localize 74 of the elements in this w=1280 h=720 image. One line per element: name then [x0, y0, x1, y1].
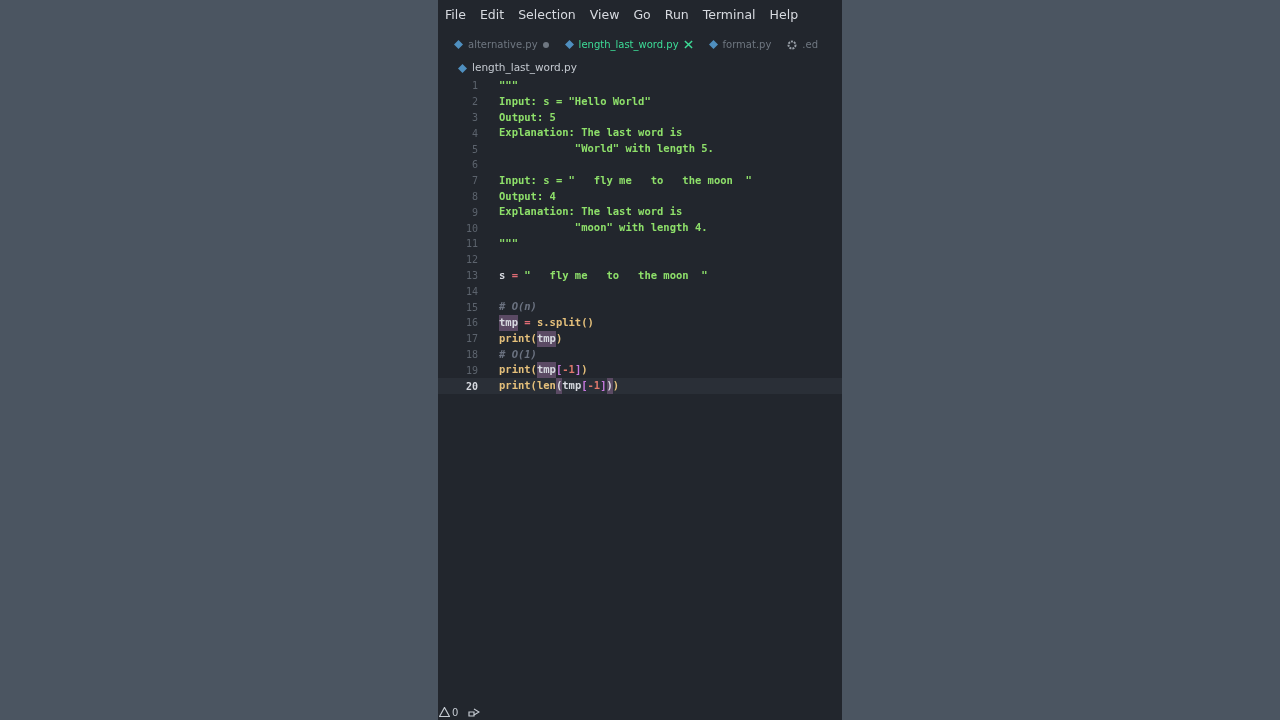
code-text: # O(1): [499, 346, 537, 362]
python-file-icon: [458, 63, 467, 73]
menu-item[interactable]: Help: [764, 6, 804, 25]
code-text: ): [581, 362, 588, 378]
code-text: tmp: [536, 330, 556, 347]
breadcrumb-file[interactable]: length_last_word.py: [472, 60, 577, 76]
menu-item[interactable]: Run: [659, 6, 694, 25]
code-text: (: [555, 378, 563, 394]
line-number: 2: [470, 95, 478, 110]
code-text: ): [555, 330, 563, 346]
code-text: "moon" with length 4.: [573, 220, 708, 236]
code-text: -1: [562, 362, 575, 378]
line-number: 7: [470, 174, 478, 189]
code-text: tmp: [562, 378, 582, 394]
warning-count: 0: [452, 705, 459, 720]
menu-item[interactable]: Edit: [474, 6, 510, 25]
code-text: """: [499, 78, 518, 93]
code-text: print(: [499, 330, 537, 346]
code-text: Explanation: The last word is: [499, 125, 683, 141]
line-number: 15: [464, 300, 478, 315]
line-number: 4: [470, 126, 478, 141]
editor-tab[interactable]: length_last_word.py: [564, 37, 693, 52]
line-number: 20: [464, 379, 478, 394]
menu-item[interactable]: Selection: [513, 6, 581, 25]
code-text: "World" with length 5.: [573, 141, 714, 157]
code-text: Output: 4: [499, 188, 556, 204]
code-text: Input: s = " fly me to the moon ": [499, 172, 752, 188]
code-text: s: [499, 267, 506, 283]
python-file-icon: [454, 40, 463, 49]
code-text: Explanation: The last word is: [499, 204, 683, 220]
menu-item[interactable]: File: [440, 6, 471, 25]
code-text: print(: [499, 362, 537, 378]
line-number: 14: [464, 284, 478, 299]
code-text: ]: [600, 378, 607, 394]
code-text: s.split(): [536, 314, 594, 330]
remote-icon[interactable]: [468, 707, 481, 717]
line-number: 17: [464, 332, 478, 347]
line-number: 8: [470, 189, 478, 204]
line-number: 18: [464, 347, 478, 362]
code-text: =: [510, 267, 519, 283]
code-text: tmp: [536, 362, 556, 379]
code-text: # O(n): [499, 299, 537, 315]
menu-item[interactable]: View: [584, 6, 625, 25]
line-number: 1: [470, 79, 478, 94]
code-text: tmp: [499, 314, 518, 331]
line-number: 10: [464, 221, 478, 236]
line-number: 12: [464, 253, 478, 268]
menu-item[interactable]: Terminal: [697, 6, 761, 25]
line-number: 19: [464, 363, 478, 378]
line-number: 13: [464, 268, 478, 283]
close-icon[interactable]: [683, 40, 693, 49]
line-number: 5: [470, 142, 478, 157]
code-text: ): [612, 378, 620, 394]
code-text: " fly me to the moon ": [524, 267, 708, 283]
code-text: ): [606, 378, 613, 394]
code-text: """: [499, 236, 518, 251]
code-text: print(len: [499, 378, 556, 394]
code-text: [: [581, 378, 588, 394]
python-file-icon: [564, 40, 574, 49]
python-file-icon: [708, 40, 718, 49]
code-text: ]: [574, 362, 582, 378]
code-text: =: [523, 314, 532, 330]
menu-item[interactable]: Go: [628, 6, 656, 25]
line-number: 11: [464, 237, 478, 252]
code-text: Input: s = "Hello World": [499, 93, 651, 109]
line-number: 3: [470, 111, 478, 125]
line-number: 16: [464, 316, 478, 331]
warning-icon[interactable]: [439, 707, 450, 717]
code-text: Output: 5: [499, 109, 556, 125]
code-text: [: [555, 362, 563, 378]
line-number: 9: [470, 205, 478, 220]
line-number: 6: [470, 158, 478, 173]
code-text: -1: [587, 378, 601, 394]
gear-icon: [787, 39, 798, 50]
